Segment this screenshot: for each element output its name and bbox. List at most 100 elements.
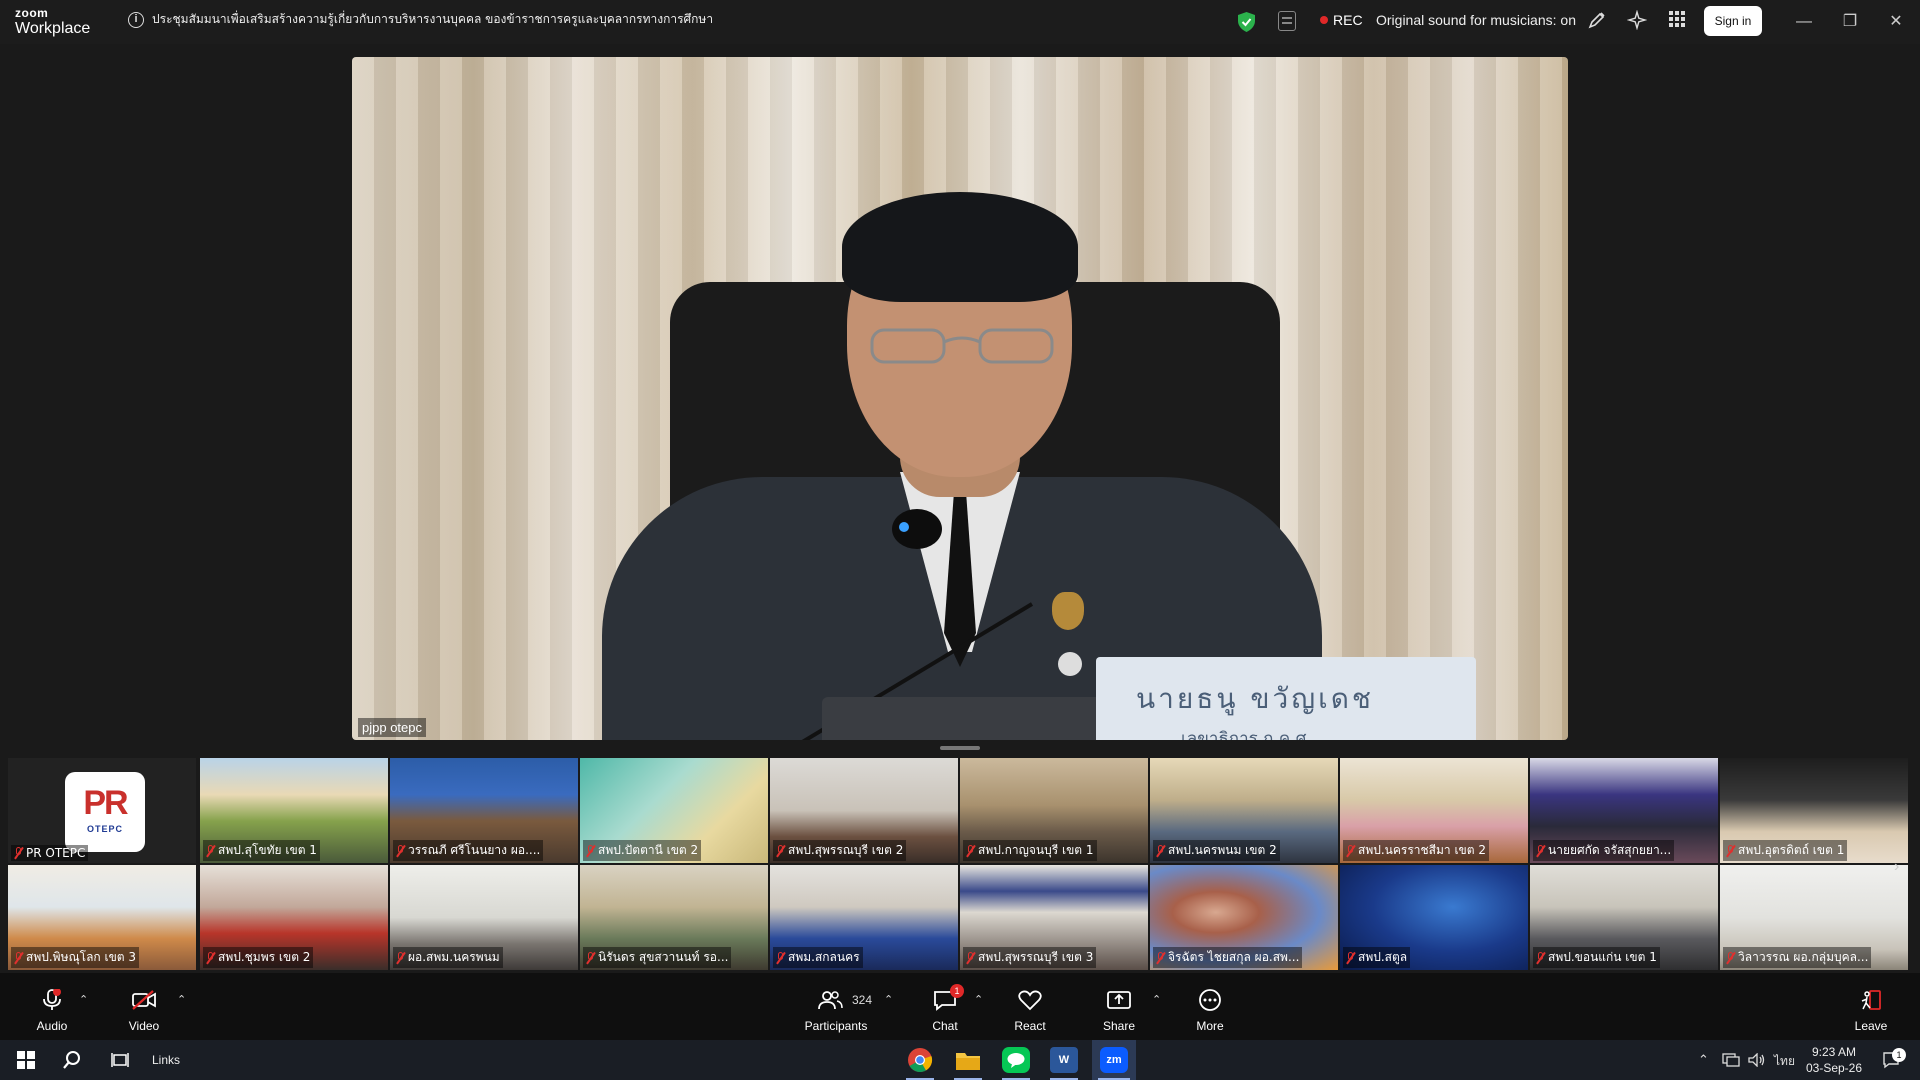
participant-name: สพป.อุตรดิตถ์ เขต 1	[1723, 840, 1848, 861]
participant-tile[interactable]: สพป.ปัตตานี เขต 2	[580, 758, 768, 863]
participant-tile[interactable]: นิรันดร สุขสวานนท์ รอ...	[580, 865, 768, 970]
participant-name: ผอ.สพม.นครพนม	[393, 947, 503, 968]
chrome-icon	[908, 1048, 933, 1073]
clock-time: 9:23 AM	[1811, 1045, 1857, 1059]
zoom-app-window: zoom Workplace i ประชุมสัมมนาเพื่อเสริมส…	[0, 0, 1920, 1080]
taskbar-clock[interactable]: 9:23 AM 03-Sep-26	[1804, 1044, 1864, 1076]
participant-tile[interactable]: สพป.สุโขทัย เขต 1	[200, 758, 388, 863]
active-speaker-video[interactable]: นายธนู ขวัญเดช เลขาธิการ ก.ค.ศ. pjpp ote…	[352, 57, 1568, 740]
zoom-icon: zm	[1100, 1047, 1128, 1073]
mic-muted-icon	[1346, 844, 1355, 857]
chat-label: Chat	[932, 1019, 958, 1033]
participant-tile[interactable]: สพป.อุตรดิตถ์ เขต 1	[1720, 758, 1908, 863]
participant-tile[interactable]: สพป.นครพนม เขต 2	[1150, 758, 1338, 863]
speaker-hair	[842, 192, 1078, 302]
info-icon[interactable]: i	[128, 11, 144, 28]
start-button[interactable]	[8, 1040, 44, 1080]
participant-tile[interactable]: จิรฉัตร ไชยสกุล ผอ.สพ...	[1150, 865, 1338, 970]
ai-companion-icon[interactable]	[1626, 9, 1648, 32]
input-language[interactable]: ไทย	[1774, 1052, 1795, 1071]
restore-icon[interactable]: ❐	[1838, 10, 1862, 34]
react-button[interactable]: React	[1005, 973, 1055, 1040]
meeting-info[interactable]: i ประชุมสัมมนาเพื่อเสริมสร้างความรู้เกี่…	[128, 10, 713, 29]
video-button[interactable]: Video	[114, 973, 174, 1040]
nameplate-title: เลขาธิการ ก.ค.ศ.	[1181, 729, 1312, 740]
participant-name: วิลาวรรณ ผอ.กลุ่มบุคล...	[1723, 947, 1872, 968]
video-options-chevron-icon[interactable]: ⌃	[177, 993, 186, 1006]
volume-icon[interactable]	[1748, 1053, 1766, 1067]
search-button[interactable]	[54, 1040, 90, 1080]
original-sound-status[interactable]: Original sound for musicians: on	[1376, 12, 1576, 28]
encryption-shield-icon[interactable]	[1238, 12, 1255, 32]
participant-tile[interactable]: นายยศกัด จรัสสุกยยา...	[1530, 758, 1718, 863]
notification-count-badge: 1	[1892, 1048, 1906, 1062]
participant-name: นายยศกัด จรัสสุกยยา...	[1533, 840, 1675, 861]
chat-options-chevron-icon[interactable]: ⌃	[974, 993, 983, 1006]
leave-label: Leave	[1854, 1019, 1888, 1033]
links-toolbar[interactable]: Links	[144, 1040, 188, 1080]
participant-name: สพป.พิษณุโลก เขต 3	[11, 947, 140, 968]
participant-tile[interactable]: สพป.สตูล	[1340, 865, 1528, 970]
taskbar-file-explorer[interactable]	[948, 1040, 988, 1080]
participant-tile[interactable]: PR OTEPC PR OTEPC	[8, 758, 196, 863]
participant-tile[interactable]: สพป.กาญจนบุรี เขต 1	[960, 758, 1148, 863]
minimize-icon[interactable]: —	[1792, 10, 1816, 34]
leave-button[interactable]: Leave	[1846, 973, 1896, 1040]
participant-name: สพป.สุพรรณบุรี เขต 2	[773, 840, 907, 861]
mic-muted-icon	[14, 951, 23, 964]
participant-tile[interactable]: สพป.พิษณุโลก เขต 3	[8, 865, 196, 970]
participant-tile[interactable]: วรรณภี ศรีโนนยาง ผอ....	[390, 758, 578, 863]
participant-tile[interactable]: สพป.นครราชสีมา เขต 2	[1340, 758, 1528, 863]
gallery-strip: PR OTEPC PR OTEPC สพป.สุโขทัย เขต 1 วรรณ…	[8, 758, 1912, 973]
participant-tile[interactable]: ผอ.สพม.นครพนม	[390, 865, 578, 970]
sign-in-button[interactable]: Sign in	[1704, 6, 1762, 36]
pen-annotate-icon[interactable]	[1586, 10, 1608, 32]
mic-muted-icon	[586, 844, 595, 857]
gallery-next-chevron-icon[interactable]: ›	[1894, 858, 1908, 878]
participant-tile[interactable]: สพม.สกลนคร	[770, 865, 958, 970]
participant-tile[interactable]: สพป.สุพรรณบุรี เขต 3	[960, 865, 1148, 970]
network-icon[interactable]	[1722, 1053, 1740, 1067]
windows-logo-icon	[17, 1051, 35, 1069]
participant-tile[interactable]: วิลาวรรณ ผอ.กลุ่มบุคล...	[1720, 865, 1908, 970]
notification-center[interactable]: 1	[1876, 1040, 1906, 1080]
video-off-icon	[132, 990, 156, 1010]
task-view-icon	[111, 1053, 129, 1067]
close-icon[interactable]: ✕	[1884, 10, 1908, 34]
mic-muted-icon	[14, 847, 23, 859]
participants-options-chevron-icon[interactable]: ⌃	[884, 993, 893, 1006]
participant-name: สพป.สตูล	[1343, 947, 1411, 968]
mic-muted-icon	[396, 844, 405, 857]
taskbar-line[interactable]	[996, 1040, 1036, 1080]
audio-options-chevron-icon[interactable]: ⌃	[79, 993, 88, 1006]
share-options-chevron-icon[interactable]: ⌃	[1152, 993, 1161, 1006]
audio-button[interactable]: Audio	[22, 973, 82, 1040]
participants-label: Participants	[804, 1019, 868, 1033]
participant-tile[interactable]: สพป.ขอนแก่น เขต 1	[1530, 865, 1718, 970]
mic-muted-icon	[206, 951, 215, 964]
notes-icon[interactable]	[1278, 11, 1296, 31]
participant-name: สพป.นครพนม เขต 2	[1153, 840, 1280, 861]
taskbar-chrome[interactable]	[900, 1040, 940, 1080]
pr-otepc-logo: PR OTEPC	[65, 772, 145, 852]
show-hidden-icons-chevron-icon[interactable]: ⌃	[1698, 1052, 1709, 1068]
apps-grid-icon[interactable]	[1666, 10, 1688, 32]
mic-muted-icon	[1536, 844, 1545, 857]
participant-tile[interactable]: สพป.ชุมพร เขต 2	[200, 865, 388, 970]
task-view-button[interactable]	[102, 1040, 138, 1080]
lapel-badge	[1058, 652, 1082, 676]
resize-handle[interactable]	[940, 746, 980, 750]
zoom-workplace-logo: zoom Workplace	[15, 7, 90, 37]
more-button[interactable]: More	[1185, 973, 1235, 1040]
share-label: Share	[1102, 1019, 1136, 1033]
recording-indicator[interactable]: REC	[1320, 12, 1363, 28]
participants-count: 324	[852, 993, 873, 1007]
heart-icon	[1018, 990, 1042, 1011]
taskbar-word[interactable]: W	[1044, 1040, 1084, 1080]
participants-icon	[818, 991, 843, 1010]
participants-button[interactable]: 324 Participants	[800, 973, 872, 1040]
share-button[interactable]: Share	[1094, 973, 1144, 1040]
chat-button[interactable]: 1 Chat	[920, 973, 970, 1040]
participant-tile[interactable]: สพป.สุพรรณบุรี เขต 2	[770, 758, 958, 863]
taskbar-zoom[interactable]: zm	[1092, 1040, 1136, 1080]
